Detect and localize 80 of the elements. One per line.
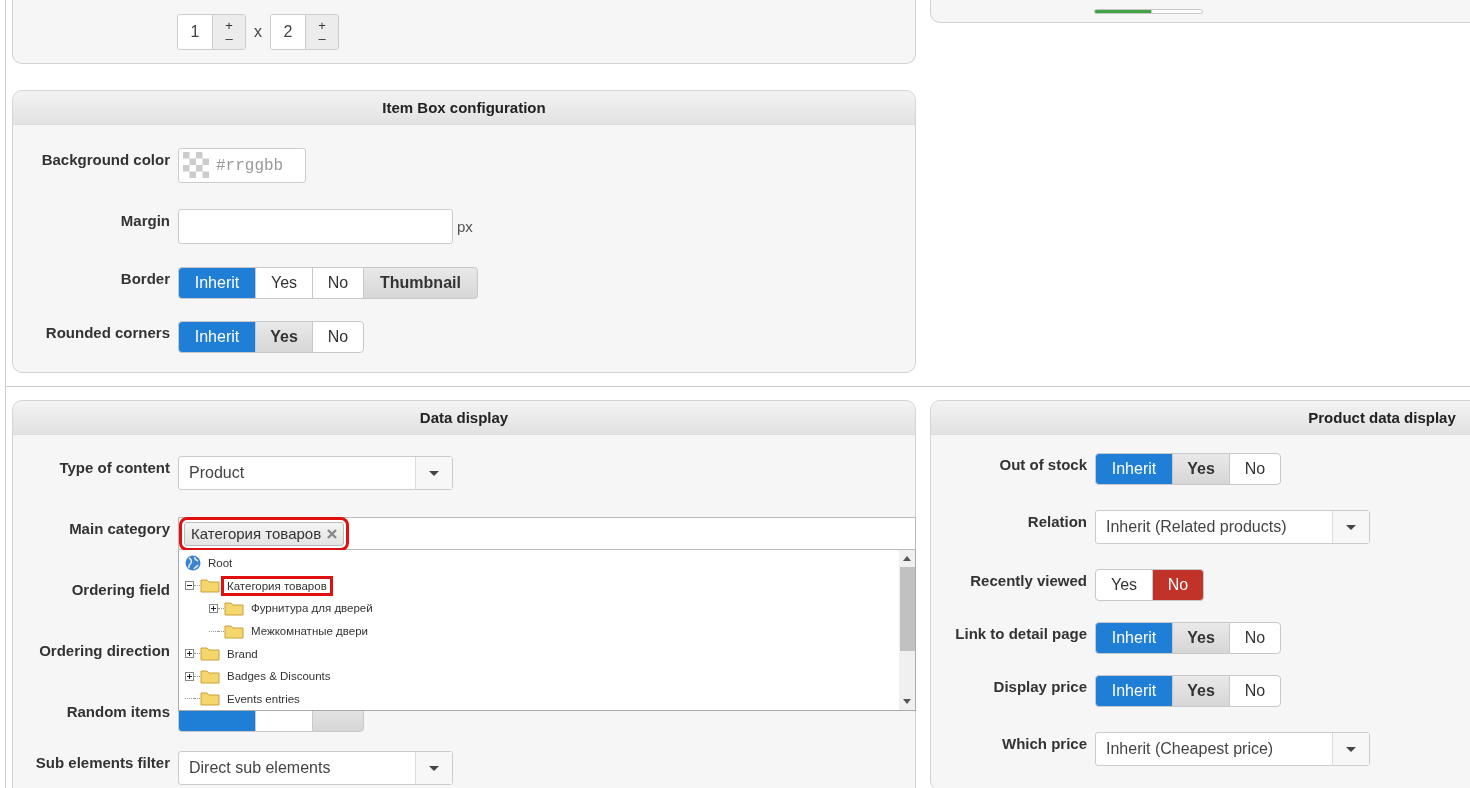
field-label: Link to detail page xyxy=(954,624,1087,644)
panel-title: Product data display xyxy=(931,401,1470,435)
toggle-option[interactable]: No xyxy=(1152,569,1204,601)
toggle-option[interactable]: Yes xyxy=(1172,675,1230,707)
caret-icon xyxy=(429,765,439,771)
rows-value[interactable]: 1 xyxy=(178,15,212,49)
toggle-option[interactable]: Thumbnail xyxy=(363,267,478,299)
folder-icon xyxy=(224,600,244,616)
unit-text: px xyxy=(457,218,473,235)
field-label: Recently viewed xyxy=(969,571,1087,591)
toggle-option[interactable]: Yes xyxy=(1095,569,1153,601)
toggle-option[interactable]: Yes xyxy=(1172,622,1230,654)
folder-icon xyxy=(200,646,220,662)
folder-icon xyxy=(200,578,220,594)
field-label: Rounded corners xyxy=(44,323,170,343)
decrement-button[interactable]: – xyxy=(225,32,233,45)
checkerboard-icon xyxy=(183,152,209,178)
caret-icon xyxy=(1346,524,1356,530)
tree-item[interactable]: Brand xyxy=(224,646,261,661)
increment-button[interactable]: + xyxy=(318,19,326,32)
tree-item[interactable]: Events entries xyxy=(224,691,303,706)
increment-button[interactable]: + xyxy=(225,19,233,32)
tree-item[interactable]: Root xyxy=(205,556,236,571)
field-label: Ordering field xyxy=(70,580,170,600)
select-field[interactable]: Direct sub elements xyxy=(178,751,453,785)
decrement-button[interactable]: – xyxy=(318,32,326,45)
field-label: Border xyxy=(119,269,170,289)
field-label: Out of stock xyxy=(998,455,1087,475)
times-sign: x xyxy=(254,23,262,41)
field-label: Ordering direction xyxy=(38,641,170,661)
toggle-option[interactable] xyxy=(1094,9,1152,14)
columns-value[interactable]: 2 xyxy=(271,15,305,49)
toggle-option[interactable]: Yes xyxy=(255,267,313,299)
scroll-up-icon[interactable] xyxy=(903,556,911,561)
scroll-down-icon[interactable] xyxy=(903,699,911,704)
scrollbar[interactable] xyxy=(899,550,915,710)
field-label: Margin xyxy=(119,211,170,231)
tree-item[interactable]: Межкомнатные двери xyxy=(248,624,371,638)
plus-box-icon[interactable] xyxy=(185,649,194,659)
tree-item[interactable]: Категория товаров xyxy=(224,578,330,593)
caret-icon xyxy=(1346,746,1356,752)
panel-title: Item Box configuration xyxy=(13,91,915,125)
tags-field[interactable]: Категория товаров xyxy=(178,517,916,550)
tree-item[interactable]: Фурнитура для дверей xyxy=(248,601,376,616)
close-icon[interactable] xyxy=(327,528,338,539)
select-field[interactable]: Inherit (Cheapest price) xyxy=(1095,732,1370,766)
toggle-option[interactable] xyxy=(1151,9,1203,14)
field-label: Relation xyxy=(1026,512,1087,532)
toggle-option[interactable]: Yes xyxy=(1172,453,1230,485)
toggle-option[interactable]: No xyxy=(312,267,364,299)
panel-title: Data display xyxy=(13,401,915,435)
toggle-option[interactable]: Inherit xyxy=(1095,675,1173,707)
select-field[interactable]: Inherit (Related products) xyxy=(1095,510,1370,544)
minus-box-icon[interactable] xyxy=(185,581,194,591)
folder-icon xyxy=(200,691,220,707)
field-label: Random items xyxy=(65,702,170,722)
toggle-option[interactable]: Inherit xyxy=(1095,622,1173,654)
field-label: Type of content xyxy=(58,458,170,478)
toggle-option[interactable]: Inherit xyxy=(1095,453,1173,485)
caret-icon xyxy=(429,470,439,476)
folder-icon xyxy=(200,668,220,684)
text-field[interactable] xyxy=(178,209,453,244)
field-label: Which price xyxy=(1001,734,1087,754)
toggle-option[interactable]: Inherit xyxy=(178,321,256,353)
toggle-option[interactable]: Yes xyxy=(255,321,313,353)
select-field[interactable]: Product xyxy=(178,456,453,490)
field-label: Main category xyxy=(68,519,170,539)
plus-box-icon[interactable] xyxy=(185,671,194,681)
folder-icon xyxy=(224,623,244,639)
tree-item[interactable]: Badges & Discounts xyxy=(224,669,334,684)
field-label: Display price xyxy=(992,677,1087,697)
plus-box-icon[interactable] xyxy=(209,603,218,613)
toggle-option[interactable]: No xyxy=(312,321,364,353)
toggle-option[interactable]: Inherit xyxy=(178,267,256,299)
globe-icon xyxy=(185,555,201,572)
field-label: Sub elements filter xyxy=(34,753,170,773)
field-label: Background color xyxy=(40,150,170,170)
toggle-option[interactable]: No xyxy=(1229,453,1281,485)
toggle-option[interactable]: No xyxy=(1229,622,1281,654)
toggle-option[interactable]: No xyxy=(1229,675,1281,707)
